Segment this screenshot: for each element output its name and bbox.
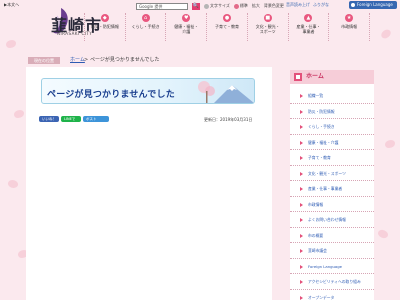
gnav-item-living[interactable]: ⌂ くらし・手続き	[124, 13, 166, 41]
gnav-label: 子育て・教育	[215, 24, 240, 29]
heart-icon: ♥	[182, 14, 191, 22]
text-size-icon	[204, 3, 209, 9]
skip-to-content-link[interactable]: ▶本文へ	[4, 2, 19, 8]
gnav-label: 産業・仕事・ 事業者	[296, 24, 321, 34]
side-nav: ホーム 組織一覧 防災・防犯情報 くらし・手続き 健康・福祉・介護 子育て・教育…	[290, 70, 374, 300]
side-nav-item[interactable]: 産業・仕事・事業者	[290, 181, 374, 197]
side-nav-item[interactable]: アクセシビリティへの取り組み	[290, 274, 374, 290]
petal-decoration	[376, 227, 390, 241]
side-nav-item[interactable]: 文化・観光・スポーツ	[290, 166, 374, 181]
page-title: ページが見つかりませんでした	[47, 90, 175, 100]
standard-dot-icon	[233, 3, 239, 9]
side-nav-item[interactable]: 防災・防犯情報	[290, 104, 374, 119]
gnav-label: くらし・手続き	[131, 24, 160, 29]
petal-decoration	[385, 140, 395, 148]
house-icon: ⌂	[141, 14, 150, 22]
font-size-text: 文字サイズ	[210, 3, 230, 8]
gnav-item-industry[interactable]: ▲ 産業・仕事・ 事業者	[287, 13, 329, 41]
background-color-button[interactable]: 背景色変更	[264, 3, 284, 9]
child-icon: ●	[223, 14, 232, 22]
mountain-illustration-icon	[198, 81, 254, 103]
city-icon: ★	[345, 14, 354, 22]
side-nav-item[interactable]: よくお問い合わせ情報	[290, 212, 374, 228]
side-nav-item[interactable]: 韮崎市議会	[290, 243, 374, 259]
side-nav-list: 組織一覧 防災・防犯情報 くらし・手続き 健康・福祉・介護 子育て・教育 文化・…	[290, 88, 374, 300]
furigana-link[interactable]: ふりがな	[313, 2, 329, 8]
gnav-item-culture[interactable]: ■ 文化・観光・ スポーツ	[246, 13, 288, 41]
petal-decoration	[14, 110, 24, 118]
site-header: ▶本文へ 韮崎市 NIRASAKI CITY Google 提供 🔍 文字サイズ…	[0, 0, 400, 46]
side-nav-item[interactable]: Foreign Language	[290, 259, 374, 274]
gnav-label: 健康・福祉・ 介護	[174, 24, 199, 34]
breadcrumb: 現在の位置 ホーム > ページが見つかりませんでした	[0, 54, 400, 66]
side-nav-item[interactable]: 組織一覧	[290, 88, 374, 104]
gnav-item-disaster[interactable]: ◆ 防災・防犯情報	[84, 13, 125, 41]
side-nav-item[interactable]: くらし・手続き	[290, 119, 374, 135]
side-nav-heading[interactable]: ホーム	[290, 70, 374, 84]
side-nav-item[interactable]: 市政情報	[290, 197, 374, 212]
standard-text: 標準	[239, 3, 248, 8]
square-bullet-icon	[294, 73, 302, 81]
line-share-button[interactable]: LINEで送る	[61, 116, 81, 127]
side-nav-item[interactable]: 健康・福祉・介護	[290, 135, 374, 150]
main-content: ページが見つかりませんでした いいね！ LINEで送る ポスト 更新日：2019…	[26, 67, 272, 300]
gnav-label: 文化・観光・ スポーツ	[255, 24, 280, 34]
font-standard-button[interactable]: 標準	[233, 3, 248, 9]
x-post-button[interactable]: ポスト	[83, 116, 109, 122]
search-input[interactable]: Google 提供	[136, 2, 188, 10]
foreign-language-button[interactable]: Foreign Language	[349, 1, 397, 9]
font-large-button[interactable]: 拡大	[252, 3, 260, 9]
global-nav: ◆ 防災・防犯情報 ⌂ くらし・手続き ♥ 健康・福祉・ 介護 ● 子育て・教育…	[84, 13, 371, 41]
background-color-text: 背景色変更	[263, 3, 284, 8]
side-nav-item[interactable]: オープンデータ	[290, 290, 374, 300]
large-text: 拡大	[251, 3, 260, 8]
gnav-label: 市政情報	[341, 24, 358, 29]
side-nav-item[interactable]: 市の概要	[290, 228, 374, 243]
gnav-item-health[interactable]: ♥ 健康・福祉・ 介護	[165, 13, 206, 41]
gnav-label: 防災・防犯情報	[90, 24, 119, 29]
petal-decoration	[6, 178, 20, 190]
share-buttons: いいね！ LINEで送る ポスト	[39, 116, 109, 127]
utility-bar: Google 提供 🔍 文字サイズ 標準 拡大 背景色変更	[136, 2, 284, 10]
shield-icon: ◆	[100, 14, 109, 22]
breadcrumb-badge: 現在の位置	[28, 57, 60, 64]
facebook-like-button[interactable]: いいね！	[39, 116, 59, 122]
breadcrumb-home-link[interactable]: ホーム	[70, 57, 85, 64]
updated-date: 更新日：2019年03月31日	[204, 117, 253, 122]
building-icon: ▲	[304, 14, 313, 22]
side-nav-heading-text: ホーム	[306, 73, 324, 80]
camera-icon: ■	[263, 14, 272, 22]
read-aloud-link[interactable]: 音声読み上げ	[286, 2, 310, 8]
breadcrumb-current: ページが見つかりませんでした	[90, 57, 160, 63]
search-button[interactable]: 🔍	[192, 2, 200, 10]
gnav-item-education[interactable]: ● 子育て・教育	[206, 13, 247, 41]
page-title-banner: ページが見つかりませんでした	[41, 78, 255, 104]
font-size-label: 文字サイズ	[204, 3, 230, 9]
breadcrumb-separator: >	[84, 57, 89, 63]
gnav-item-city[interactable]: ★ 市政情報	[328, 13, 371, 41]
side-nav-item[interactable]: 子育て・教育	[290, 150, 374, 166]
